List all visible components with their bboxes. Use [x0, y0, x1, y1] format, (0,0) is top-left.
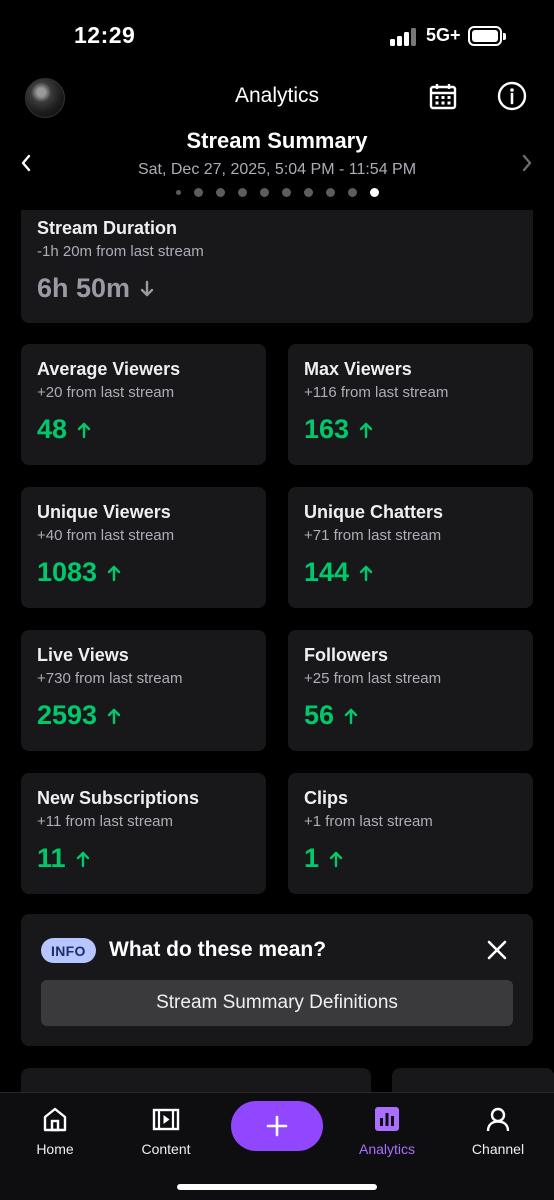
- pager-dot[interactable]: [259, 188, 269, 197]
- arrow-up-icon: [359, 564, 373, 582]
- stat-card: Unique Viewers +40 from last stream 1083: [21, 487, 266, 608]
- stream-duration-card: Stream Duration -1h 20m from last stream…: [21, 210, 533, 323]
- arrow-up-icon: [107, 564, 121, 582]
- summary-date: Sat, Dec 27, 2025, 5:04 PM - 11:54 PM: [137, 161, 417, 178]
- card-value: 6h 50m: [37, 273, 154, 304]
- pager-dot[interactable]: [347, 188, 357, 197]
- card-value: 56: [304, 700, 358, 731]
- tab-label: Home: [36, 1141, 74, 1157]
- card-label: Clips: [304, 788, 349, 808]
- content-icon: [150, 1103, 182, 1135]
- stat-card: New Subscriptions +11 from last stream 11: [21, 773, 266, 894]
- card-sub: +116 from last stream: [304, 384, 449, 401]
- tab-label: Analytics: [358, 1141, 416, 1157]
- card-sub: +11 from last stream: [37, 813, 174, 830]
- network-label: 5G+: [426, 25, 461, 45]
- home-indicator: [177, 1184, 377, 1190]
- tab-analytics[interactable]: Analytics: [342, 1103, 432, 1157]
- status-bar: 12:29 5G+: [0, 0, 554, 76]
- card-label: New Subscriptions: [37, 788, 200, 808]
- stat-card: Clips +1 from last stream 1: [288, 773, 533, 894]
- analytics-icon: [371, 1103, 403, 1135]
- tab-channel[interactable]: Channel: [453, 1103, 543, 1157]
- pager-dot[interactable]: [303, 188, 313, 197]
- card-sub: +730 from last stream: [37, 670, 183, 687]
- person-icon: [482, 1103, 514, 1135]
- pager-dot[interactable]: [281, 188, 291, 197]
- card-label: Average Viewers: [37, 359, 181, 379]
- card-value: 1: [304, 843, 343, 874]
- pager-dot[interactable]: [193, 188, 203, 197]
- info-badge: INFO: [41, 938, 96, 963]
- card-label: Max Viewers: [304, 359, 412, 379]
- card-sub: +20 from last stream: [37, 384, 175, 401]
- arrow-up-icon: [359, 421, 373, 439]
- info-icon[interactable]: [496, 80, 528, 112]
- pager-dot[interactable]: [369, 188, 379, 197]
- analytics-screen: 12:29 5G+ Analytics Stream Summary Sat, …: [0, 0, 554, 1200]
- arrow-up-icon: [77, 421, 91, 439]
- card-label: Unique Chatters: [304, 502, 444, 522]
- calendar-icon[interactable]: [427, 80, 459, 112]
- definitions-button[interactable]: Stream Summary Definitions: [41, 980, 513, 1026]
- plus-icon: [266, 1115, 288, 1137]
- card-sub: +40 from last stream: [37, 527, 175, 544]
- stat-card: Live Views +730 from last stream 2593: [21, 630, 266, 751]
- page-title: Analytics: [234, 84, 320, 107]
- tab-label: Channel: [471, 1141, 525, 1157]
- tab-label: Content: [141, 1141, 191, 1157]
- tab-content[interactable]: Content: [121, 1103, 211, 1157]
- stat-card: Average Viewers +20 from last stream 48: [21, 344, 266, 465]
- card-value: 163: [304, 414, 373, 445]
- stat-card: Followers +25 from last stream 56: [288, 630, 533, 751]
- card-label: Unique Viewers: [37, 502, 171, 522]
- stat-card: Unique Chatters +71 from last stream 144: [288, 487, 533, 608]
- create-button[interactable]: [231, 1101, 323, 1151]
- card-label: Followers: [304, 645, 389, 665]
- pager-dot[interactable]: [237, 188, 247, 197]
- pager-dots[interactable]: [0, 188, 554, 197]
- card-sub: -1h 20m from last stream: [37, 243, 204, 260]
- card-value: 48: [37, 414, 91, 445]
- card-label: Live Views: [37, 645, 129, 665]
- pager-dot[interactable]: [325, 188, 335, 197]
- card-label: Stream Duration: [37, 218, 178, 238]
- card-value: 11: [37, 843, 90, 874]
- arrow-up-icon: [107, 707, 121, 725]
- arrow-up-icon: [329, 850, 343, 868]
- info-box: INFO What do these mean? Stream Summary …: [21, 914, 533, 1046]
- card-value: 144: [304, 557, 373, 588]
- arrow-up-icon: [344, 707, 358, 725]
- card-sub: +71 from last stream: [304, 527, 442, 544]
- close-icon[interactable]: [483, 936, 511, 964]
- arrow-up-icon: [76, 850, 90, 868]
- arrow-down-icon: [140, 280, 154, 298]
- card-value: 2593: [37, 700, 121, 731]
- home-icon: [39, 1103, 71, 1135]
- card-sub: +1 from last stream: [304, 813, 433, 830]
- summary-title: Stream Summary: [186, 128, 368, 153]
- info-question: What do these mean?: [109, 938, 327, 961]
- battery-icon: [468, 26, 506, 46]
- pager-dot[interactable]: [215, 188, 225, 197]
- card-sub: +25 from last stream: [304, 670, 442, 687]
- status-time: 12:29: [74, 22, 136, 48]
- stat-card: Max Viewers +116 from last stream 163: [288, 344, 533, 465]
- signal-icon: [390, 28, 418, 46]
- pager-dot[interactable]: [175, 190, 181, 195]
- tab-home[interactable]: Home: [10, 1103, 100, 1157]
- card-value: 1083: [37, 557, 121, 588]
